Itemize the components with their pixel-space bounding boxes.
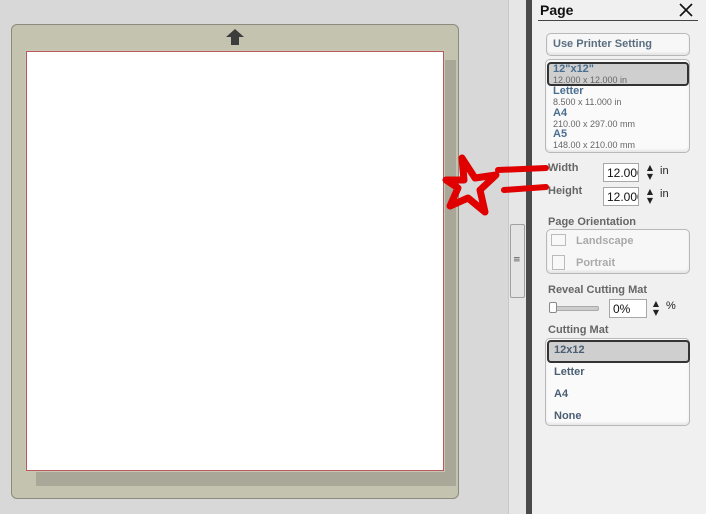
reveal-slider-knob[interactable] [549,302,557,313]
portrait-option[interactable]: Portrait [576,257,615,269]
width-input[interactable]: 12.000 [603,163,639,182]
height-label: Height [548,185,583,197]
reveal-unit: % [666,300,676,312]
size-item-a4[interactable]: A4 210.00 x 297.00 mm [553,107,683,130]
size-name: A4 [553,107,568,119]
size-item-letter[interactable]: Letter 8.500 x 11.000 in [553,85,683,108]
size-dims: 210.00 x 297.00 mm [553,119,636,129]
panel-title: Page [540,2,574,18]
mat-item-a4[interactable]: A4 [554,388,568,400]
use-printer-setting-label: Use Printer Setting [553,38,653,50]
cutting-mat-label: Cutting Mat [548,324,609,336]
size-dims: 8.500 x 11.000 in [553,97,622,107]
reveal-stepper[interactable]: ▲ ▼ [651,299,661,317]
up-arrow-icon[interactable] [225,28,245,46]
mat-item-letter[interactable]: Letter [554,366,585,378]
reveal-slider[interactable] [551,306,599,311]
size-dims: 12.000 x 12.000 in [553,75,628,85]
height-unit: in [660,188,669,200]
size-name: Letter [553,85,584,97]
design-canvas[interactable] [0,0,508,514]
size-dims: 148.00 x 210.00 mm [553,140,636,150]
title-divider [538,20,698,21]
mat-item-12x12[interactable]: 12x12 [554,344,585,356]
reveal-input[interactable]: 0% [609,299,647,318]
width-label: Width [548,162,579,174]
page-sheet[interactable] [25,50,445,472]
cutting-mat-list[interactable]: 12x12 Letter A4 None [545,338,690,426]
size-item-a5[interactable]: A5 148.00 x 210.00 mm [553,128,683,151]
size-item-12x12[interactable]: 12"x12" 12.000 x 12.000 in [553,63,683,86]
height-input[interactable]: 12.000 [603,187,639,206]
mat-item-none[interactable]: None [554,410,582,422]
page-size-list[interactable]: 12"x12" 12.000 x 12.000 in Letter 8.500 … [545,59,690,153]
width-stepper[interactable]: ▲ ▼ [645,163,655,181]
grip-icon: ≡ [513,255,521,265]
portrait-icon [552,255,565,270]
reveal-label: Reveal Cutting Mat [548,284,648,296]
orientation-label: Page Orientation [548,216,637,228]
height-stepper[interactable]: ▲ ▼ [645,187,655,205]
close-icon[interactable] [676,0,696,20]
width-unit: in [660,165,669,177]
landscape-option[interactable]: Landscape [576,235,633,247]
size-name: 12"x12" [553,63,595,75]
annotation-star-mark [442,154,549,216]
size-name: A5 [553,128,568,140]
landscape-icon [551,234,566,246]
